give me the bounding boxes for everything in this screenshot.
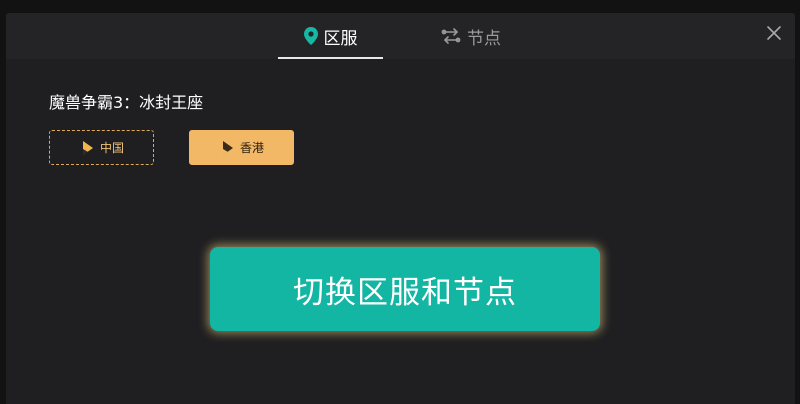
region-button-china[interactable]: 中国 (49, 130, 154, 165)
region-button-hongkong[interactable]: 香港 (189, 130, 294, 165)
region-label-china: 中国 (99, 141, 124, 155)
swap-arrows-icon (441, 27, 461, 45)
dialog-header: 区服 节点 (6, 13, 795, 59)
tab-region-label: 区服 (323, 28, 358, 49)
switch-region-node-button[interactable]: 切换区服和节点 (210, 247, 600, 331)
play-icon (79, 140, 95, 156)
tab-region[interactable]: 区服 (278, 13, 383, 59)
game-title: 魔兽争霸3：冰封王座 (49, 93, 204, 112)
region-label-hongkong: 香港 (239, 141, 264, 155)
close-icon (767, 26, 781, 40)
active-tab-underline (278, 57, 383, 59)
play-icon (219, 140, 235, 156)
location-pin-icon (303, 27, 318, 45)
close-button[interactable] (765, 24, 783, 42)
tab-node[interactable]: 节点 (426, 13, 516, 59)
region-node-dialog: 区服 节点 魔兽争霸3：冰封王座 中国 香港 切换区服和节点 (6, 13, 795, 404)
tab-node-label: 节点 (467, 28, 501, 49)
